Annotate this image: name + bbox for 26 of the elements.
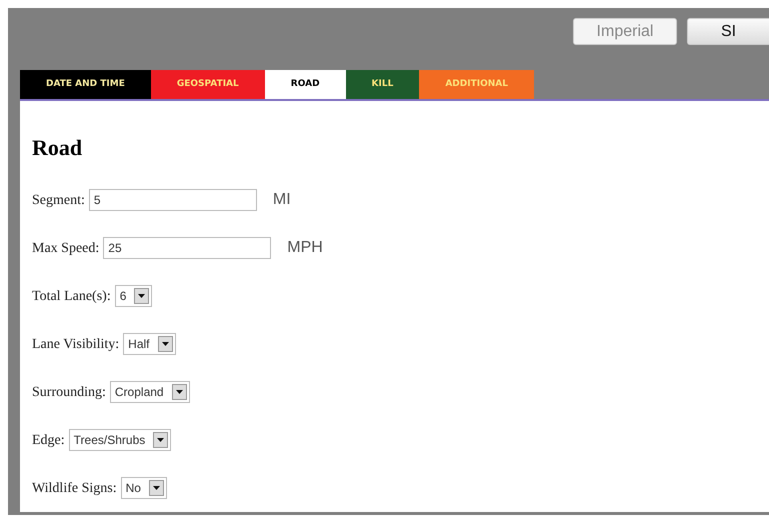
text-field[interactable]: 5: [88, 189, 257, 211]
field-label: Total Lane(s):: [32, 288, 111, 306]
field-label: Wildlife Signs:: [32, 480, 117, 498]
caret-icon: [158, 336, 173, 352]
dropdown[interactable]: No: [120, 477, 167, 499]
dropdown[interactable]: Cropland: [110, 381, 190, 403]
dropdown[interactable]: 6: [114, 285, 152, 307]
unit-label: MI: [272, 190, 291, 210]
text-field[interactable]: 25: [103, 237, 272, 259]
caret-icon: [172, 384, 187, 400]
caret-icon: [148, 480, 164, 496]
tab[interactable]: KILL: [346, 70, 420, 99]
unit-label: MPH: [287, 238, 323, 258]
tab[interactable]: ROAD: [264, 70, 346, 99]
caret-icon: [153, 432, 168, 448]
section-heading: Road: [32, 134, 84, 162]
field-label: Lane Visibility:: [32, 336, 120, 354]
tab[interactable]: DATE AND TIME: [20, 70, 151, 99]
field-label: Edge:: [32, 432, 65, 450]
field-label: Max Speed:: [32, 240, 100, 258]
caret-icon: [134, 288, 150, 304]
unit-button[interactable]: SI: [687, 18, 769, 45]
dropdown[interactable]: Half: [123, 333, 176, 355]
field-label: Surrounding:: [32, 384, 106, 402]
dropdown[interactable]: Trees/Shrubs: [68, 429, 172, 451]
field-label: Segment:: [32, 192, 85, 210]
